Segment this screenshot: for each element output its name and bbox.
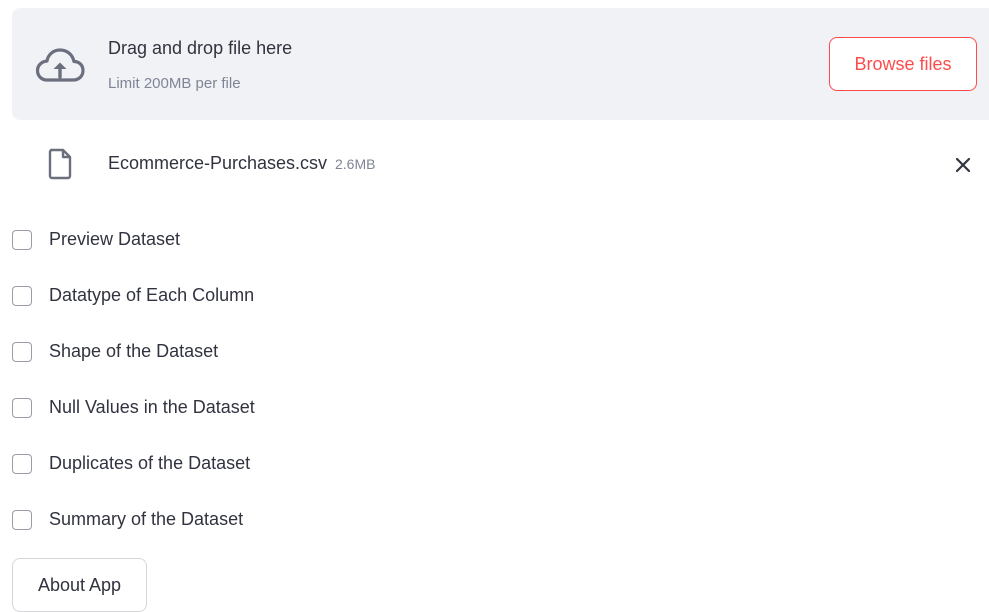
analysis-options: Preview Dataset Datatype of Each Column …	[12, 222, 612, 558]
checkbox-label: Duplicates of the Dataset	[49, 453, 251, 473]
checkbox-summary[interactable]: Summary of the Dataset	[12, 502, 612, 558]
close-icon[interactable]	[950, 152, 976, 178]
checkbox-null-values[interactable]: Null Values in the Dataset	[12, 390, 612, 446]
browse-files-button[interactable]: Browse files	[829, 37, 977, 91]
checkbox-label: Null Values in the Dataset	[49, 397, 255, 417]
cloud-upload-icon	[33, 46, 87, 86]
about-app-button[interactable]: About App	[12, 558, 147, 612]
checkbox-box[interactable]	[12, 454, 32, 474]
checkbox-preview-dataset[interactable]: Preview Dataset	[12, 222, 612, 278]
file-icon	[48, 148, 72, 180]
checkbox-box[interactable]	[12, 342, 32, 362]
checkbox-box[interactable]	[12, 230, 32, 250]
dropzone-limit-text: Limit 200MB per file	[108, 75, 241, 92]
checkbox-box[interactable]	[12, 510, 32, 530]
file-dropzone[interactable]: Drag and drop file here Limit 200MB per …	[12, 8, 989, 120]
dropzone-title: Drag and drop file here	[108, 38, 293, 58]
file-size: 2.6MB	[335, 156, 376, 172]
checkbox-box[interactable]	[12, 286, 32, 306]
checkbox-label: Summary of the Dataset	[49, 509, 244, 529]
checkbox-shape-of-dataset[interactable]: Shape of the Dataset	[12, 334, 612, 390]
checkbox-label: Preview Dataset	[49, 229, 181, 249]
checkbox-label: Shape of the Dataset	[49, 341, 219, 361]
uploaded-file-row: Ecommerce-Purchases.csv 2.6MB	[0, 140, 989, 190]
file-name: Ecommerce-Purchases.csv	[108, 153, 328, 173]
checkbox-duplicates[interactable]: Duplicates of the Dataset	[12, 446, 612, 502]
app-page: Drag and drop file here Limit 200MB per …	[0, 0, 989, 612]
checkbox-datatype-of-each-column[interactable]: Datatype of Each Column	[12, 278, 612, 334]
checkbox-box[interactable]	[12, 398, 32, 418]
checkbox-label: Datatype of Each Column	[49, 285, 255, 305]
